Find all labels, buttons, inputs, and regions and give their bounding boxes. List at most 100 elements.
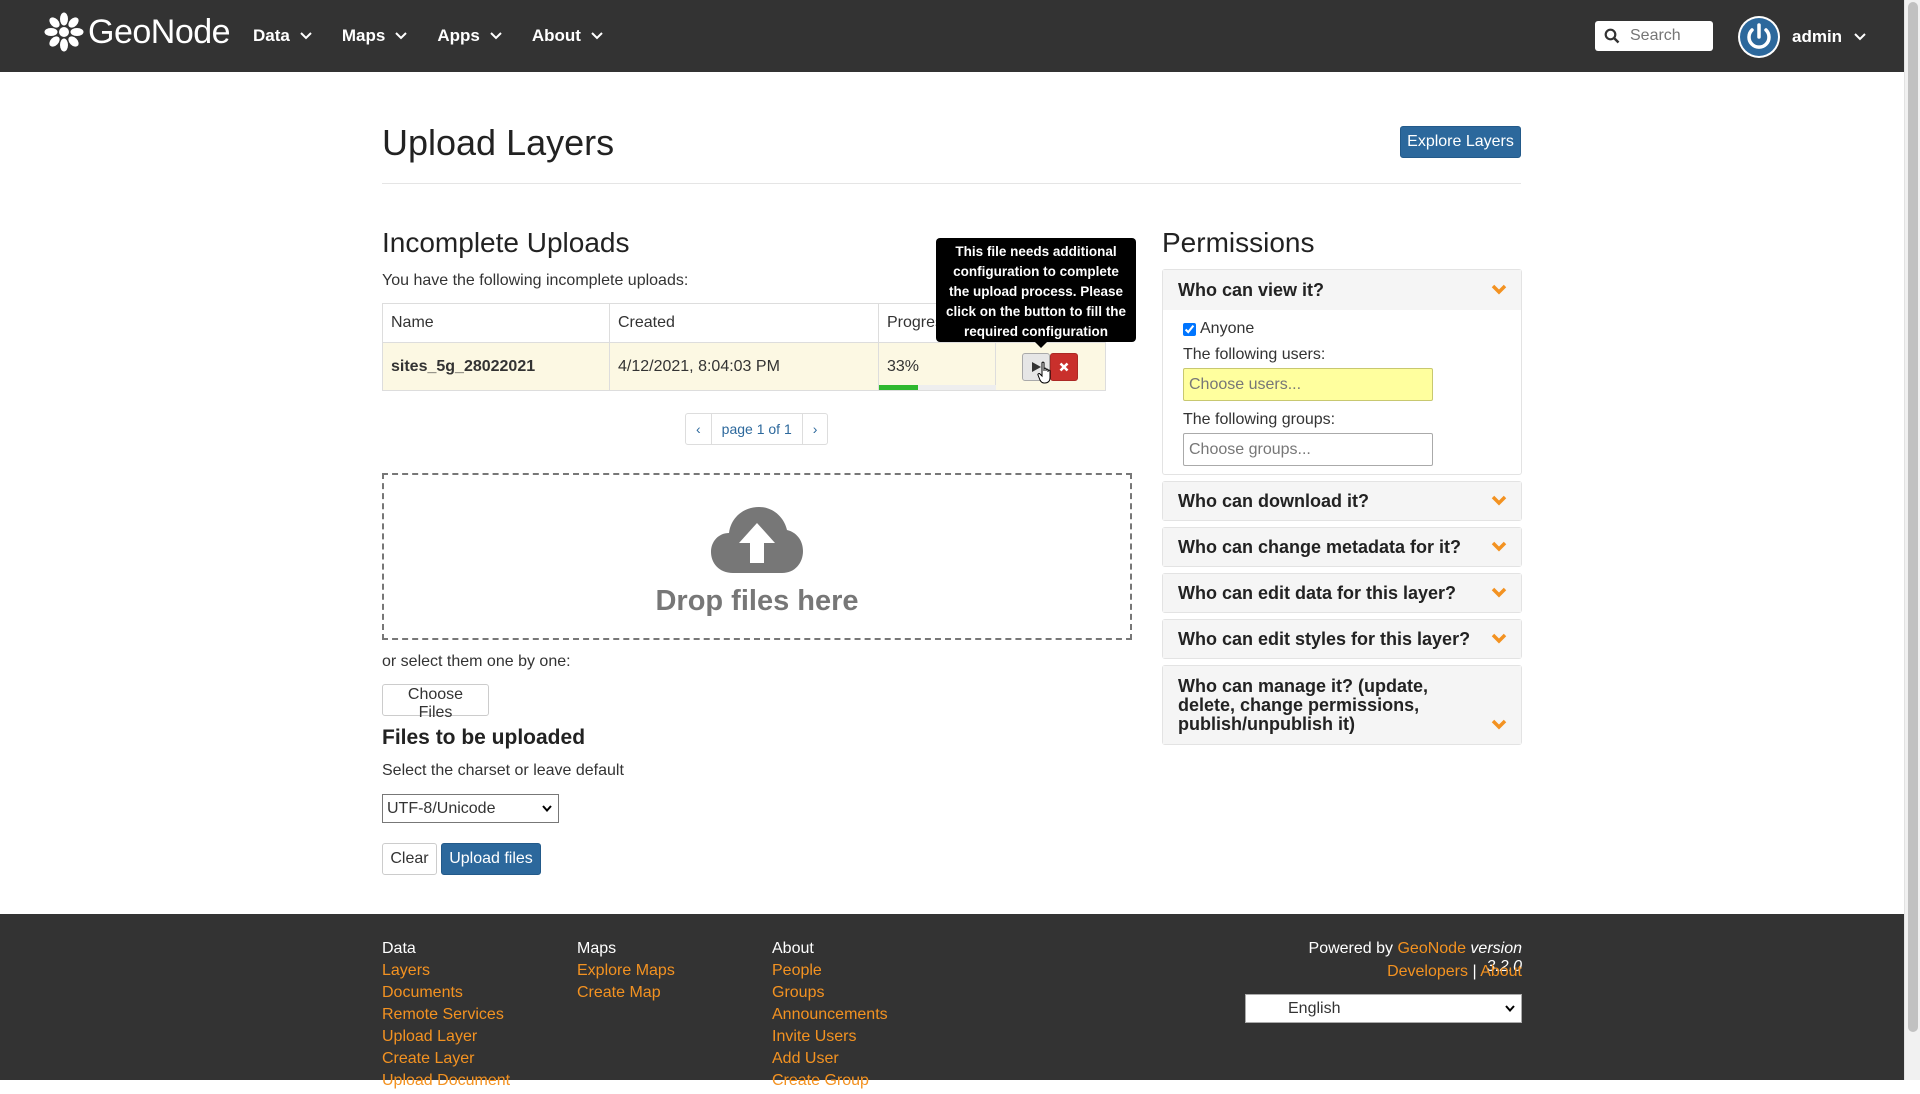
chevron-down-icon [1854, 33, 1866, 41]
header-divider [382, 183, 1521, 184]
power-icon [1740, 18, 1778, 56]
footer-link-documents[interactable]: Documents [382, 984, 510, 1006]
perm-download-header[interactable]: Who can download it? [1163, 482, 1521, 520]
powered-by-geonode-link[interactable]: GeoNode [1397, 940, 1466, 957]
username: admin [1792, 27, 1843, 46]
anyone-option: Anyone [1183, 320, 1501, 338]
chevron-down-icon [395, 32, 408, 40]
nav-maps-label: Maps [341, 26, 386, 45]
perm-view-body: Anyone The following users: Choose users… [1163, 310, 1521, 476]
users-label: The following users: [1183, 346, 1326, 363]
groups-label: The following groups: [1183, 411, 1336, 428]
pagination: ‹ page 1 of 1 › [685, 413, 829, 445]
pagination-prev[interactable]: ‹ [685, 413, 712, 445]
progress-bar [879, 385, 996, 390]
footer-about-column: About People Groups Announcements Invite… [772, 940, 888, 1094]
anyone-checkbox[interactable] [1183, 322, 1196, 336]
geonode-logo[interactable]: GeoNode [44, 12, 231, 52]
avatar [1738, 16, 1780, 58]
clear-button[interactable]: Clear [382, 843, 437, 875]
chevron-down-icon [490, 32, 502, 40]
perm-panel-view: Who can view it? Anyone The following us… [1162, 269, 1522, 475]
footer-link-explore-maps[interactable]: Explore Maps [577, 962, 675, 984]
close-icon [1059, 362, 1069, 371]
language-select[interactable]: English [1245, 994, 1522, 1023]
nav-apps-menu[interactable]: Apps [437, 26, 502, 46]
chevron-down-icon [1491, 633, 1507, 644]
choose-groups-input[interactable]: Choose groups... [1183, 433, 1433, 466]
pagination-page-label: page 1 of 1 [710, 413, 803, 445]
footer-link-about[interactable]: About [1480, 963, 1522, 980]
table-row: sites_5g_28022021 4/12/2021, 8:04:03 PM … [382, 342, 1106, 391]
perm-panel-download: Who can download it? [1162, 481, 1522, 521]
chevron-down-icon [1491, 495, 1507, 506]
files-to-upload-title: Files to be uploaded [382, 726, 586, 749]
perm-metadata-heading: Who can change metadata for it? [1178, 536, 1462, 557]
chevron-down-icon [542, 805, 552, 812]
footer-link-upload-document[interactable]: Upload Document [382, 1072, 510, 1094]
footer-link-create-group[interactable]: Create Group [772, 1072, 888, 1094]
footer-link-create-layer[interactable]: Create Layer [382, 1050, 510, 1072]
explore-layers-button[interactable]: Explore Layers [1400, 126, 1521, 158]
perm-panel-manage: Who can manage it? (update, delete, chan… [1162, 665, 1522, 745]
nav-data-menu[interactable]: Data [253, 26, 312, 46]
nav-about-menu[interactable]: About [532, 26, 603, 46]
footer-link-invite-users[interactable]: Invite Users [772, 1028, 888, 1050]
column-header-name: Name [382, 303, 610, 343]
footer-link-developers[interactable]: Developers [1387, 963, 1468, 980]
perm-view-header[interactable]: Who can view it? [1163, 270, 1521, 310]
nav-maps-menu[interactable]: Maps [341, 26, 408, 46]
brand-name: GeoNode [88, 12, 231, 51]
chevron-down-icon [1491, 587, 1507, 598]
perm-edit-styles-heading: Who can edit styles for this layer? [1178, 628, 1471, 649]
charset-selected-value: UTF-8/Unicode [387, 799, 496, 817]
footer-link-add-user[interactable]: Add User [772, 1050, 888, 1072]
nav-apps-label: Apps [437, 26, 480, 45]
charset-select[interactable]: UTF-8/Unicode [382, 794, 559, 823]
user-menu[interactable]: admin [1738, 16, 1866, 58]
footer-data-column: Data Layers Documents Remote Services Up… [382, 940, 510, 1094]
progress-bar-fill [879, 385, 918, 390]
search-icon [1604, 28, 1620, 44]
footer-link-remote-services[interactable]: Remote Services [382, 1006, 510, 1028]
incomplete-uploads-description: You have the following incomplete upload… [382, 272, 689, 289]
drop-files-text: Drop files here [655, 585, 859, 617]
anyone-label: Anyone [1200, 320, 1255, 337]
search-box [1595, 21, 1713, 51]
footer-link-groups[interactable]: Groups [772, 984, 888, 1006]
footer-link-people[interactable]: People [772, 962, 888, 984]
perm-edit-data-header[interactable]: Who can edit data for this layer? [1163, 574, 1521, 612]
upload-name: sites_5g_28022021 [382, 342, 610, 391]
choose-files-button[interactable]: Choose Files [382, 684, 489, 721]
footer-about-heading: About [772, 940, 814, 957]
geonode-flower-icon [44, 12, 84, 52]
top-navbar: GeoNode Data Maps Apps About Search admi… [0, 0, 1904, 72]
perm-edit-styles-header[interactable]: Who can edit styles for this layer? [1163, 620, 1521, 658]
hand-cursor-icon [1037, 361, 1051, 384]
perm-panel-edit-data: Who can edit data for this layer? [1162, 573, 1522, 613]
scrollbar-thumb[interactable] [1908, 2, 1918, 1032]
choose-users-input[interactable]: Choose users... [1183, 368, 1433, 401]
chevron-down-icon [1491, 284, 1507, 295]
resume-upload-tooltip: This file needs additional configuration… [936, 238, 1136, 348]
upload-progress-text: 33% [887, 357, 920, 375]
footer: Data Layers Documents Remote Services Up… [0, 914, 1904, 1089]
chevron-down-icon [1505, 1005, 1515, 1012]
footer-link-upload-layer[interactable]: Upload Layer [382, 1028, 510, 1050]
perm-metadata-header[interactable]: Who can change metadata for it? [1163, 528, 1521, 566]
chevron-down-icon [591, 32, 603, 40]
nav-data-label: Data [253, 26, 290, 45]
perm-manage-header[interactable]: Who can manage it? (update, delete, chan… [1163, 666, 1521, 744]
footer-link-layers[interactable]: Layers [382, 962, 510, 984]
search-input[interactable] [1628, 26, 1708, 46]
permissions-title: Permissions [1162, 227, 1315, 258]
footer-maps-heading: Maps [577, 940, 617, 957]
charset-label: Select the charset or leave default [382, 762, 624, 779]
footer-link-announcements[interactable]: Announcements [772, 1006, 888, 1028]
upload-files-button[interactable]: Upload files [441, 843, 541, 875]
pagination-next[interactable]: › [801, 413, 829, 445]
footer-link-create-map[interactable]: Create Map [577, 984, 675, 1006]
file-drop-zone[interactable]: Drop files here [382, 473, 1132, 640]
powered-by-prefix: Powered by [1308, 940, 1394, 957]
page-scrollbar[interactable] [1904, 0, 1920, 1080]
